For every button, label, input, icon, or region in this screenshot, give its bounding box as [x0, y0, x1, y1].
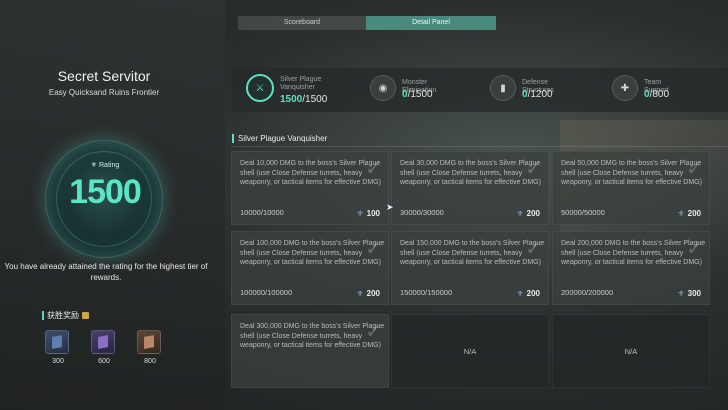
stat-total: /1500 [407, 89, 433, 100]
silver-plague-icon: ⚔ [246, 74, 274, 102]
task-progress: 100000/100000 [240, 288, 293, 297]
event-title: Secret Servitor [57, 68, 151, 84]
stat-total: /800 [649, 89, 670, 100]
reward-value: 600 [98, 358, 110, 365]
reward-box [137, 330, 161, 354]
task-card[interactable]: ✓ Deal 150,000 DMG to the boss's Silver … [391, 231, 549, 305]
task-card[interactable]: ✓ Deal 10,000 DMG to the boss's Silver P… [231, 151, 389, 225]
reward-box [45, 330, 69, 354]
defense-tower-icon: ▮ [490, 75, 516, 101]
reward-value: 300 [52, 358, 64, 365]
rewards-header: 获胜奖励 [42, 310, 89, 321]
task-description: Deal 10,000 DMG to the boss's Silver Pla… [240, 160, 381, 186]
task-reward-value: 200 [366, 289, 380, 298]
mouse-cursor-icon: ➤ [386, 202, 394, 212]
task-progress: 50000/50000 [561, 208, 605, 217]
monster-eye-icon: ◉ [370, 75, 396, 101]
reward-crate-icon [98, 335, 108, 349]
rewards-header-bar [42, 311, 44, 320]
stat-value: 0/1500 [402, 89, 433, 100]
task-card[interactable]: ✓ Deal 30,000 DMG to the boss's Silver P… [391, 151, 549, 225]
task-reward: ⚜ 200 [356, 289, 380, 298]
task-reward: ⚜ 200 [516, 289, 540, 298]
task-progress: 30000/30000 [400, 208, 444, 217]
rating-notice: You have already attained the rating for… [4, 262, 208, 282]
reward-value: 800 [144, 358, 156, 365]
task-reward-value: 200 [526, 209, 540, 218]
task-card[interactable]: ✓ Deal 200,000 DMG to the boss's Silver … [552, 231, 710, 305]
task-progress: 200000/200000 [561, 288, 614, 297]
stat-current: 1500 [280, 94, 303, 105]
reward-item[interactable]: 300 [45, 330, 71, 365]
task-description: Deal 50,000 DMG to the boss's Silver Pla… [561, 160, 702, 186]
task-reward-value: 200 [687, 209, 701, 218]
stat-total: /1500 [302, 94, 328, 105]
stat-total: /1200 [527, 89, 553, 100]
section-divider [232, 146, 728, 147]
reward-crate-icon [52, 335, 62, 349]
stat-value: 1500/1500 [280, 94, 327, 105]
not-available-label: N/A [624, 346, 638, 356]
task-card-empty: N/A [391, 314, 549, 388]
rating-icon: ⚜ [516, 289, 524, 298]
task-progress: 150000/150000 [400, 288, 453, 297]
rewards-title: 获胜奖励 [47, 311, 79, 320]
task-description: Deal 100,000 DMG to the boss's Silver Pl… [240, 240, 385, 266]
rating-icon: ⚜ [677, 209, 685, 218]
task-card[interactable]: ✓ Deal 300,000 DMG to the boss's Silver … [231, 314, 389, 388]
rating-icon: ⚜ [677, 289, 685, 298]
rating-icon: ⚜ [356, 209, 364, 218]
event-subtitle: Easy Quicksand Ruins Frontier [48, 88, 160, 97]
reward-crate-icon [144, 335, 154, 349]
task-card[interactable]: ✓ Deal 100,000 DMG to the boss's Silver … [231, 231, 389, 305]
support-icon: ✚ [612, 75, 638, 101]
task-description: Deal 30,000 DMG to the boss's Silver Pla… [400, 160, 541, 186]
task-reward: ⚜ 200 [677, 209, 701, 218]
section-header-bar [232, 134, 234, 143]
rating-orb: ⚜ Rating 1500 [45, 140, 163, 258]
task-progress: 10000/10000 [240, 208, 284, 217]
tab-scoreboard[interactable]: Scoreboard [238, 16, 366, 30]
task-reward: ⚜ 200 [516, 209, 540, 218]
reward-item[interactable]: 800 [137, 330, 163, 365]
task-reward-value: 100 [366, 209, 380, 218]
stat-label: Silver Plague Vanquisher [280, 76, 322, 91]
rating-icon: ⚜ [516, 209, 524, 218]
rating-icon: ⚜ [90, 162, 99, 169]
task-reward: ⚜ 300 [677, 289, 701, 298]
task-description: Deal 200,000 DMG to the boss's Silver Pl… [561, 240, 706, 266]
top-tabs: Scoreboard Detail Panel [238, 16, 496, 30]
tab-detail-panel[interactable]: Detail Panel [366, 16, 496, 30]
section-title: Silver Plague Vanquisher [238, 134, 328, 143]
stat-value: 0/800 [644, 89, 669, 100]
rating-label: ⚜ Rating [46, 161, 164, 169]
task-description: Deal 150,000 DMG to the boss's Silver Pl… [400, 240, 545, 266]
stat-value: 0/1200 [522, 89, 553, 100]
reward-item[interactable]: 600 [91, 330, 117, 365]
task-reward-value: 300 [687, 289, 701, 298]
task-reward: ⚜ 100 [356, 209, 380, 218]
task-card-empty: N/A [552, 314, 710, 388]
objective-stats-bar: ⚔ Silver Plague Vanquisher 1500/1500 ◉ M… [232, 68, 728, 112]
rating-icon: ⚜ [356, 289, 364, 298]
info-icon[interactable] [82, 312, 89, 319]
rating-value: 1500 [69, 173, 142, 211]
task-description: Deal 300,000 DMG to the boss's Silver Pl… [240, 323, 385, 349]
task-reward-value: 200 [526, 289, 540, 298]
reward-box [91, 330, 115, 354]
not-available-label: N/A [463, 346, 477, 356]
section-header: Silver Plague Vanquisher [232, 134, 327, 143]
task-card[interactable]: ✓ Deal 50,000 DMG to the boss's Silver P… [552, 151, 710, 225]
rating-label-text: Rating [99, 162, 120, 169]
